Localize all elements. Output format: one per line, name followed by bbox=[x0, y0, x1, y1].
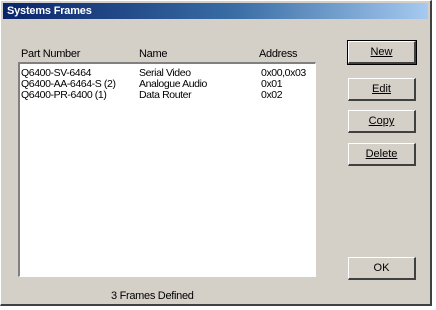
frame-name: Data Router bbox=[139, 89, 192, 101]
new-button-label: New bbox=[370, 46, 393, 58]
list-item[interactable]: Q6400-PR-6400 (1) Data Router 0x02 bbox=[20, 90, 315, 101]
title-bar[interactable]: Systems Frames bbox=[3, 3, 428, 19]
ok-button[interactable]: OK bbox=[348, 257, 416, 280]
ok-button-label: OK bbox=[373, 262, 390, 274]
new-button[interactable]: New bbox=[347, 40, 417, 65]
copy-button[interactable]: Copy bbox=[348, 110, 416, 133]
copy-button-label: Copy bbox=[368, 115, 395, 127]
edit-button-label: Edit bbox=[372, 83, 391, 95]
delete-button-label: Delete bbox=[365, 148, 398, 160]
systems-frames-dialog: Systems Frames Part Number Name Address … bbox=[0, 0, 432, 306]
column-header-name: Name bbox=[139, 48, 168, 60]
part-number: Q6400-PR-6400 (1) bbox=[21, 89, 107, 101]
status-text: 3 Frames Defined bbox=[111, 290, 194, 302]
edit-button[interactable]: Edit bbox=[348, 78, 416, 101]
delete-button[interactable]: Delete bbox=[348, 143, 416, 166]
frame-address: 0x02 bbox=[261, 89, 283, 101]
column-header-part-number: Part Number bbox=[21, 48, 81, 60]
frames-list[interactable]: Q6400-SV-6464 Serial Video 0x00,0x03 Q64… bbox=[18, 62, 316, 277]
column-header-address: Address bbox=[259, 48, 298, 60]
